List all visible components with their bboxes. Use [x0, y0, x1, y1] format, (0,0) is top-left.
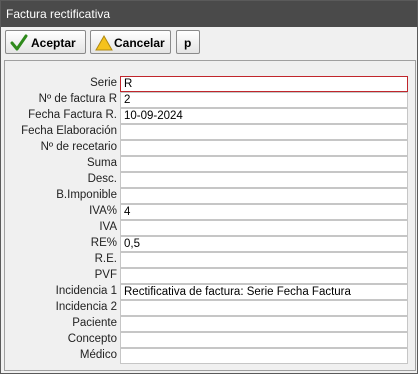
field-label: B.Imponible — [56, 189, 117, 201]
p-label: p — [184, 36, 192, 50]
fecha-factura-field[interactable]: 10-09-2024 — [120, 108, 408, 124]
field-label: Fecha Factura R. — [28, 109, 117, 121]
field-label: Fecha Elaboración — [21, 125, 117, 137]
desc-field[interactable] — [120, 172, 408, 188]
paciente-field[interactable] — [120, 316, 408, 332]
field-label: R.E. — [94, 253, 117, 265]
field-label: Nº de factura R — [38, 93, 117, 105]
field-label: Suma — [86, 157, 117, 169]
invoice-form: Serie R Nº de factura R 2 Fecha Factura … — [4, 60, 416, 371]
row-fecha-factura: Fecha Factura R. 10-09-2024 — [5, 108, 415, 124]
re-percent-field[interactable]: 0,5 — [120, 236, 408, 252]
row-iva-percent: IVA% 4 — [5, 204, 415, 220]
numero-factura-field[interactable]: 2 — [120, 92, 408, 108]
field-label: Incidencia 2 — [55, 301, 117, 313]
field-label: RE% — [90, 237, 117, 249]
row-iva: IVA — [5, 220, 415, 236]
title-bar[interactable]: Factura rectificativa — [1, 1, 417, 27]
row-pvf: PVF — [5, 268, 415, 284]
row-medico: Médico — [5, 348, 415, 364]
field-label: Serie — [90, 77, 117, 89]
row-incidencia-1: Incidencia 1 Rectificativa de factura: S… — [5, 284, 415, 300]
incidencia-1-field[interactable]: Rectificativa de factura: Serie Fecha Fa… — [120, 284, 408, 300]
row-fecha-elaboracion: Fecha Elaboración — [5, 124, 415, 140]
serie-field[interactable]: R — [120, 76, 408, 92]
row-desc: Desc. — [5, 172, 415, 188]
row-incidencia-2: Incidencia 2 — [5, 300, 415, 316]
field-label: Médico — [79, 349, 117, 361]
medico-field[interactable] — [120, 348, 408, 364]
warning-icon — [95, 34, 113, 51]
row-concepto: Concepto — [5, 332, 415, 348]
toolbar: Aceptar Cancelar p — [1, 27, 417, 59]
incidencia-2-field[interactable] — [120, 300, 408, 316]
row-base-imponible: B.Imponible — [5, 188, 415, 204]
field-label: Nº de recetario — [40, 141, 117, 153]
concepto-field[interactable] — [120, 332, 408, 348]
suma-field[interactable] — [120, 156, 408, 172]
p-button[interactable]: p — [176, 30, 200, 54]
field-label: IVA% — [89, 205, 117, 217]
field-label: Incidencia 1 — [55, 285, 117, 297]
iva-field[interactable] — [120, 220, 408, 236]
cancel-button[interactable]: Cancelar — [90, 30, 171, 54]
iva-percent-field[interactable]: 4 — [120, 204, 408, 220]
base-imponible-field[interactable] — [120, 188, 408, 204]
factura-rectificativa-window: Factura rectificativa Aceptar Cancelar p… — [0, 0, 418, 374]
row-numero-recetario: Nº de recetario — [5, 140, 415, 156]
field-label: Desc. — [87, 173, 117, 185]
row-re: R.E. — [5, 252, 415, 268]
field-label: PVF — [94, 269, 117, 281]
field-label: Paciente — [72, 317, 117, 329]
field-label: Concepto — [67, 333, 117, 345]
accept-button[interactable]: Aceptar — [5, 30, 86, 54]
row-suma: Suma — [5, 156, 415, 172]
field-label: IVA — [99, 221, 117, 233]
fecha-elaboracion-field[interactable] — [120, 124, 408, 140]
row-numero-factura: Nº de factura R 2 — [5, 92, 415, 108]
row-re-percent: RE% 0,5 — [5, 236, 415, 252]
checkmark-icon — [10, 34, 28, 51]
accept-label: Aceptar — [31, 36, 76, 50]
re-field[interactable] — [120, 252, 408, 268]
pvf-field[interactable] — [120, 268, 408, 284]
window-title: Factura rectificativa — [6, 7, 111, 21]
row-serie: Serie R — [5, 76, 415, 92]
cancel-label: Cancelar — [114, 36, 165, 50]
row-paciente: Paciente — [5, 316, 415, 332]
numero-recetario-field[interactable] — [120, 140, 408, 156]
